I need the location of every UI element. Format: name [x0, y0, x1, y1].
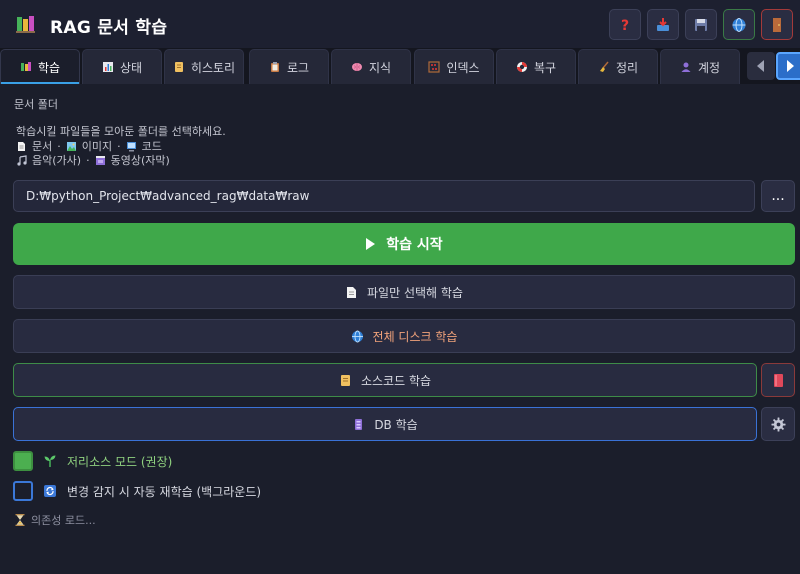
tab-history[interactable]: 히스토리 [164, 49, 244, 84]
tab-scroll-left-button[interactable] [747, 52, 775, 80]
code-icon [126, 141, 136, 151]
scroll-icon [340, 374, 350, 386]
globe-icon [732, 17, 746, 32]
start-learning-button[interactable]: 학습 시작 [13, 223, 795, 265]
auto-relearn-option: 변경 감지 시 자동 재학습 (백그라운드) [13, 481, 261, 501]
folder-path-input[interactable] [13, 180, 755, 212]
file-types-line-2: 음악(가사) · 동영상(자막) [16, 152, 170, 168]
tab-scroll-right-button[interactable] [776, 52, 800, 80]
db-learn-button[interactable]: DB 학습 [13, 407, 757, 441]
loading-status: 의존성 로드... [15, 512, 96, 528]
section-label: 문서 폴더 [14, 98, 58, 111]
tab-label: 인덱스 [446, 60, 480, 75]
description-text: 학습시킬 파일들을 모아둔 폴더를 선택하세요. [16, 125, 226, 138]
books-icon [20, 62, 31, 71]
brain-icon [351, 63, 362, 71]
inbox-button[interactable] [647, 9, 679, 40]
refresh-icon [44, 485, 56, 497]
language-button[interactable] [723, 9, 755, 40]
lifebuoy-icon [516, 62, 527, 72]
tab-label: 지식 [368, 60, 392, 75]
document-icon [18, 141, 25, 151]
chevron-left-icon [757, 60, 764, 72]
play-icon [366, 238, 376, 250]
auto-relearn-label: 변경 감지 시 자동 재학습 (백그라운드) [67, 484, 262, 499]
tab-account[interactable]: 계정 [660, 49, 740, 84]
image-icon [66, 141, 76, 151]
abacus-icon [428, 61, 441, 73]
database-icon [355, 418, 363, 430]
books-icon [16, 16, 35, 33]
low-resource-mode-checkbox[interactable] [13, 451, 33, 471]
door-icon [773, 17, 781, 32]
tab-label: 히스토리 [190, 60, 236, 75]
title-bar: RAG 문서 학습 ? [0, 0, 800, 48]
select-files-learn-button[interactable]: 파일만 선택해 학습 [13, 275, 795, 309]
seedling-icon [44, 455, 56, 467]
chevron-right-icon [787, 60, 794, 72]
hourglass-icon [15, 514, 25, 526]
low-resource-mode-option: 저리소스 모드 (권장) [13, 451, 172, 471]
clipboard-icon [270, 62, 279, 72]
tab-label: 정리 [615, 60, 639, 75]
low-resource-mode-label: 저리소스 모드 (권장) [67, 454, 173, 469]
source-code-learn-button[interactable]: 소스코드 학습 [13, 363, 757, 397]
inbox-tray-icon [657, 17, 669, 31]
music-icon [17, 154, 27, 166]
save-button[interactable] [685, 9, 717, 40]
source-code-book-button[interactable] [761, 363, 795, 397]
auto-relearn-checkbox[interactable] [13, 481, 33, 501]
folder-description: 학습시킬 파일들을 모아둔 폴더를 선택하세요. [16, 123, 226, 139]
scroll-icon [174, 62, 183, 72]
tab-label: 로그 [286, 60, 310, 75]
question-icon: ? [621, 18, 629, 33]
tab-label: 학습 [37, 60, 61, 75]
app-title: RAG 문서 학습 [50, 18, 168, 38]
tab-label: 상태 [119, 60, 143, 75]
help-button[interactable]: ? [609, 9, 641, 40]
svg-text:?: ? [621, 18, 629, 33]
db-settings-button[interactable] [761, 407, 795, 441]
tab-log[interactable]: 로그 [249, 49, 329, 84]
start-learning-label: 학습 시작 [386, 237, 443, 253]
tab-learn[interactable]: 학습 [0, 49, 80, 84]
tab-status[interactable]: 상태 [82, 49, 162, 84]
exit-button[interactable] [761, 9, 793, 40]
browse-folder-button[interactable]: ... [761, 180, 795, 212]
full-disk-learn-button[interactable]: 전체 디스크 학습 [13, 319, 795, 353]
tab-bar: 학습 상태 히스토리 로그 지식 인덱스 복구 정리 계정 [0, 48, 800, 84]
loading-text: 의존성 로드... [31, 514, 96, 527]
video-icon [95, 155, 105, 165]
red-book-icon [773, 373, 783, 387]
tab-cleanup[interactable]: 정리 [578, 49, 658, 84]
gear-icon [770, 416, 786, 432]
tab-recovery[interactable]: 복구 [496, 49, 576, 84]
broom-icon [599, 61, 609, 72]
tab-label: 계정 [697, 60, 721, 75]
tab-knowledge[interactable]: 지식 [331, 49, 411, 84]
user-icon [681, 62, 691, 72]
floppy-disk-icon [695, 18, 707, 31]
tab-index[interactable]: 인덱스 [414, 49, 494, 84]
globe-icon [351, 330, 363, 342]
tab-label: 복구 [533, 60, 557, 75]
document-icon [347, 286, 357, 298]
bar-chart-icon [102, 62, 113, 72]
